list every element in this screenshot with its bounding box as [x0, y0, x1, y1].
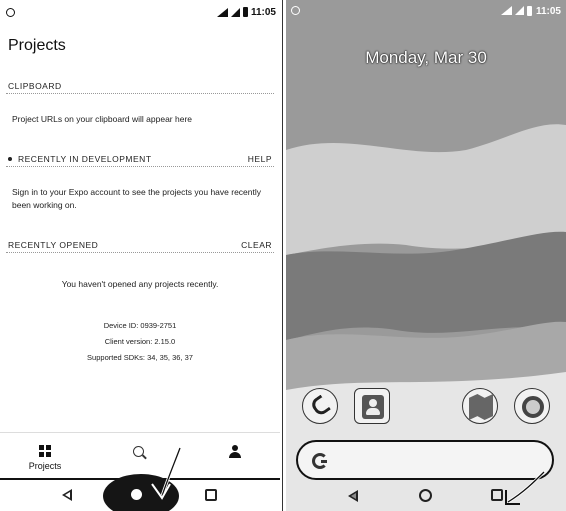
notification-circle-icon — [6, 8, 15, 17]
wifi-icon — [501, 6, 512, 15]
dock-contacts-app[interactable] — [354, 388, 390, 424]
clipboard-header: CLIPBOARD — [8, 81, 62, 91]
person-icon — [229, 445, 241, 459]
android-home-screen: 11:05 Monday, Mar 30 — [286, 0, 566, 511]
dock-phone-app[interactable] — [302, 388, 338, 424]
device-info: Device ID: 0939-2751 Client version: 2.1… — [0, 318, 280, 366]
wifi-icon — [217, 7, 228, 17]
client-version: Client version: 2.15.0 — [104, 337, 176, 346]
recent-dev-signin-text[interactable]: Sign in to your Expo account to see the … — [12, 186, 272, 211]
back-icon[interactable] — [62, 489, 72, 501]
battery-icon — [527, 6, 532, 16]
back-icon[interactable] — [348, 490, 358, 502]
home-icon[interactable] — [419, 489, 432, 502]
grid-icon — [39, 445, 51, 457]
signal-icon — [515, 6, 524, 15]
maps-icon — [469, 394, 493, 420]
clipboard-section-header: CLIPBOARD — [6, 80, 274, 94]
gesture-arrow-icon — [151, 447, 182, 500]
recent-dev-header: RECENTLY IN DEVELOPMENT — [18, 154, 152, 164]
home-date[interactable]: Monday, Mar 30 — [286, 48, 566, 68]
clipboard-empty-text: Project URLs on your clipboard will appe… — [12, 114, 193, 124]
supported-sdks: Supported SDKs: 34, 35, 36, 37 — [87, 353, 193, 362]
wallpaper — [286, 0, 566, 511]
status-time: 11:05 — [250, 7, 276, 18]
dock-chrome-app[interactable] — [514, 388, 550, 424]
status-icons — [217, 7, 248, 17]
battery-icon — [243, 7, 248, 17]
recents-icon[interactable] — [205, 489, 217, 501]
tab-projects[interactable]: Projects — [0, 433, 90, 479]
status-bar: 11:05 — [286, 0, 566, 22]
chrome-icon — [522, 396, 544, 418]
tab-profile[interactable] — [190, 433, 280, 479]
phone-icon — [309, 394, 331, 418]
recent-opened-header: RECENTLY OPENED — [8, 240, 99, 250]
help-button[interactable]: HELP — [248, 154, 272, 164]
google-g-icon — [312, 453, 328, 469]
signal-icon — [231, 7, 240, 17]
status-dot-icon — [8, 156, 12, 161]
status-time: 11:05 — [535, 6, 561, 17]
notification-circle-icon — [291, 6, 300, 15]
recent-dev-section-header: RECENTLY IN DEVELOPMENT HELP — [6, 153, 274, 167]
page-title: Projects — [8, 37, 66, 54]
clear-button[interactable]: CLEAR — [241, 240, 272, 250]
recent-opened-section-header: RECENTLY OPENED CLEAR — [6, 239, 274, 253]
expo-client-screen: 11:05 Projects CLIPBOARD Project URLs on… — [0, 0, 280, 511]
dock-maps-app[interactable] — [462, 388, 498, 424]
tab-projects-label: Projects — [28, 461, 62, 471]
recent-opened-empty-text: You haven't opened any projects recently… — [61, 279, 219, 289]
gesture-arrow-icon — [505, 470, 546, 505]
status-icons — [501, 6, 532, 16]
status-bar: 11:05 — [0, 0, 280, 26]
contacts-icon — [362, 395, 384, 419]
device-id: Device ID: 0939-2751 — [103, 321, 177, 330]
